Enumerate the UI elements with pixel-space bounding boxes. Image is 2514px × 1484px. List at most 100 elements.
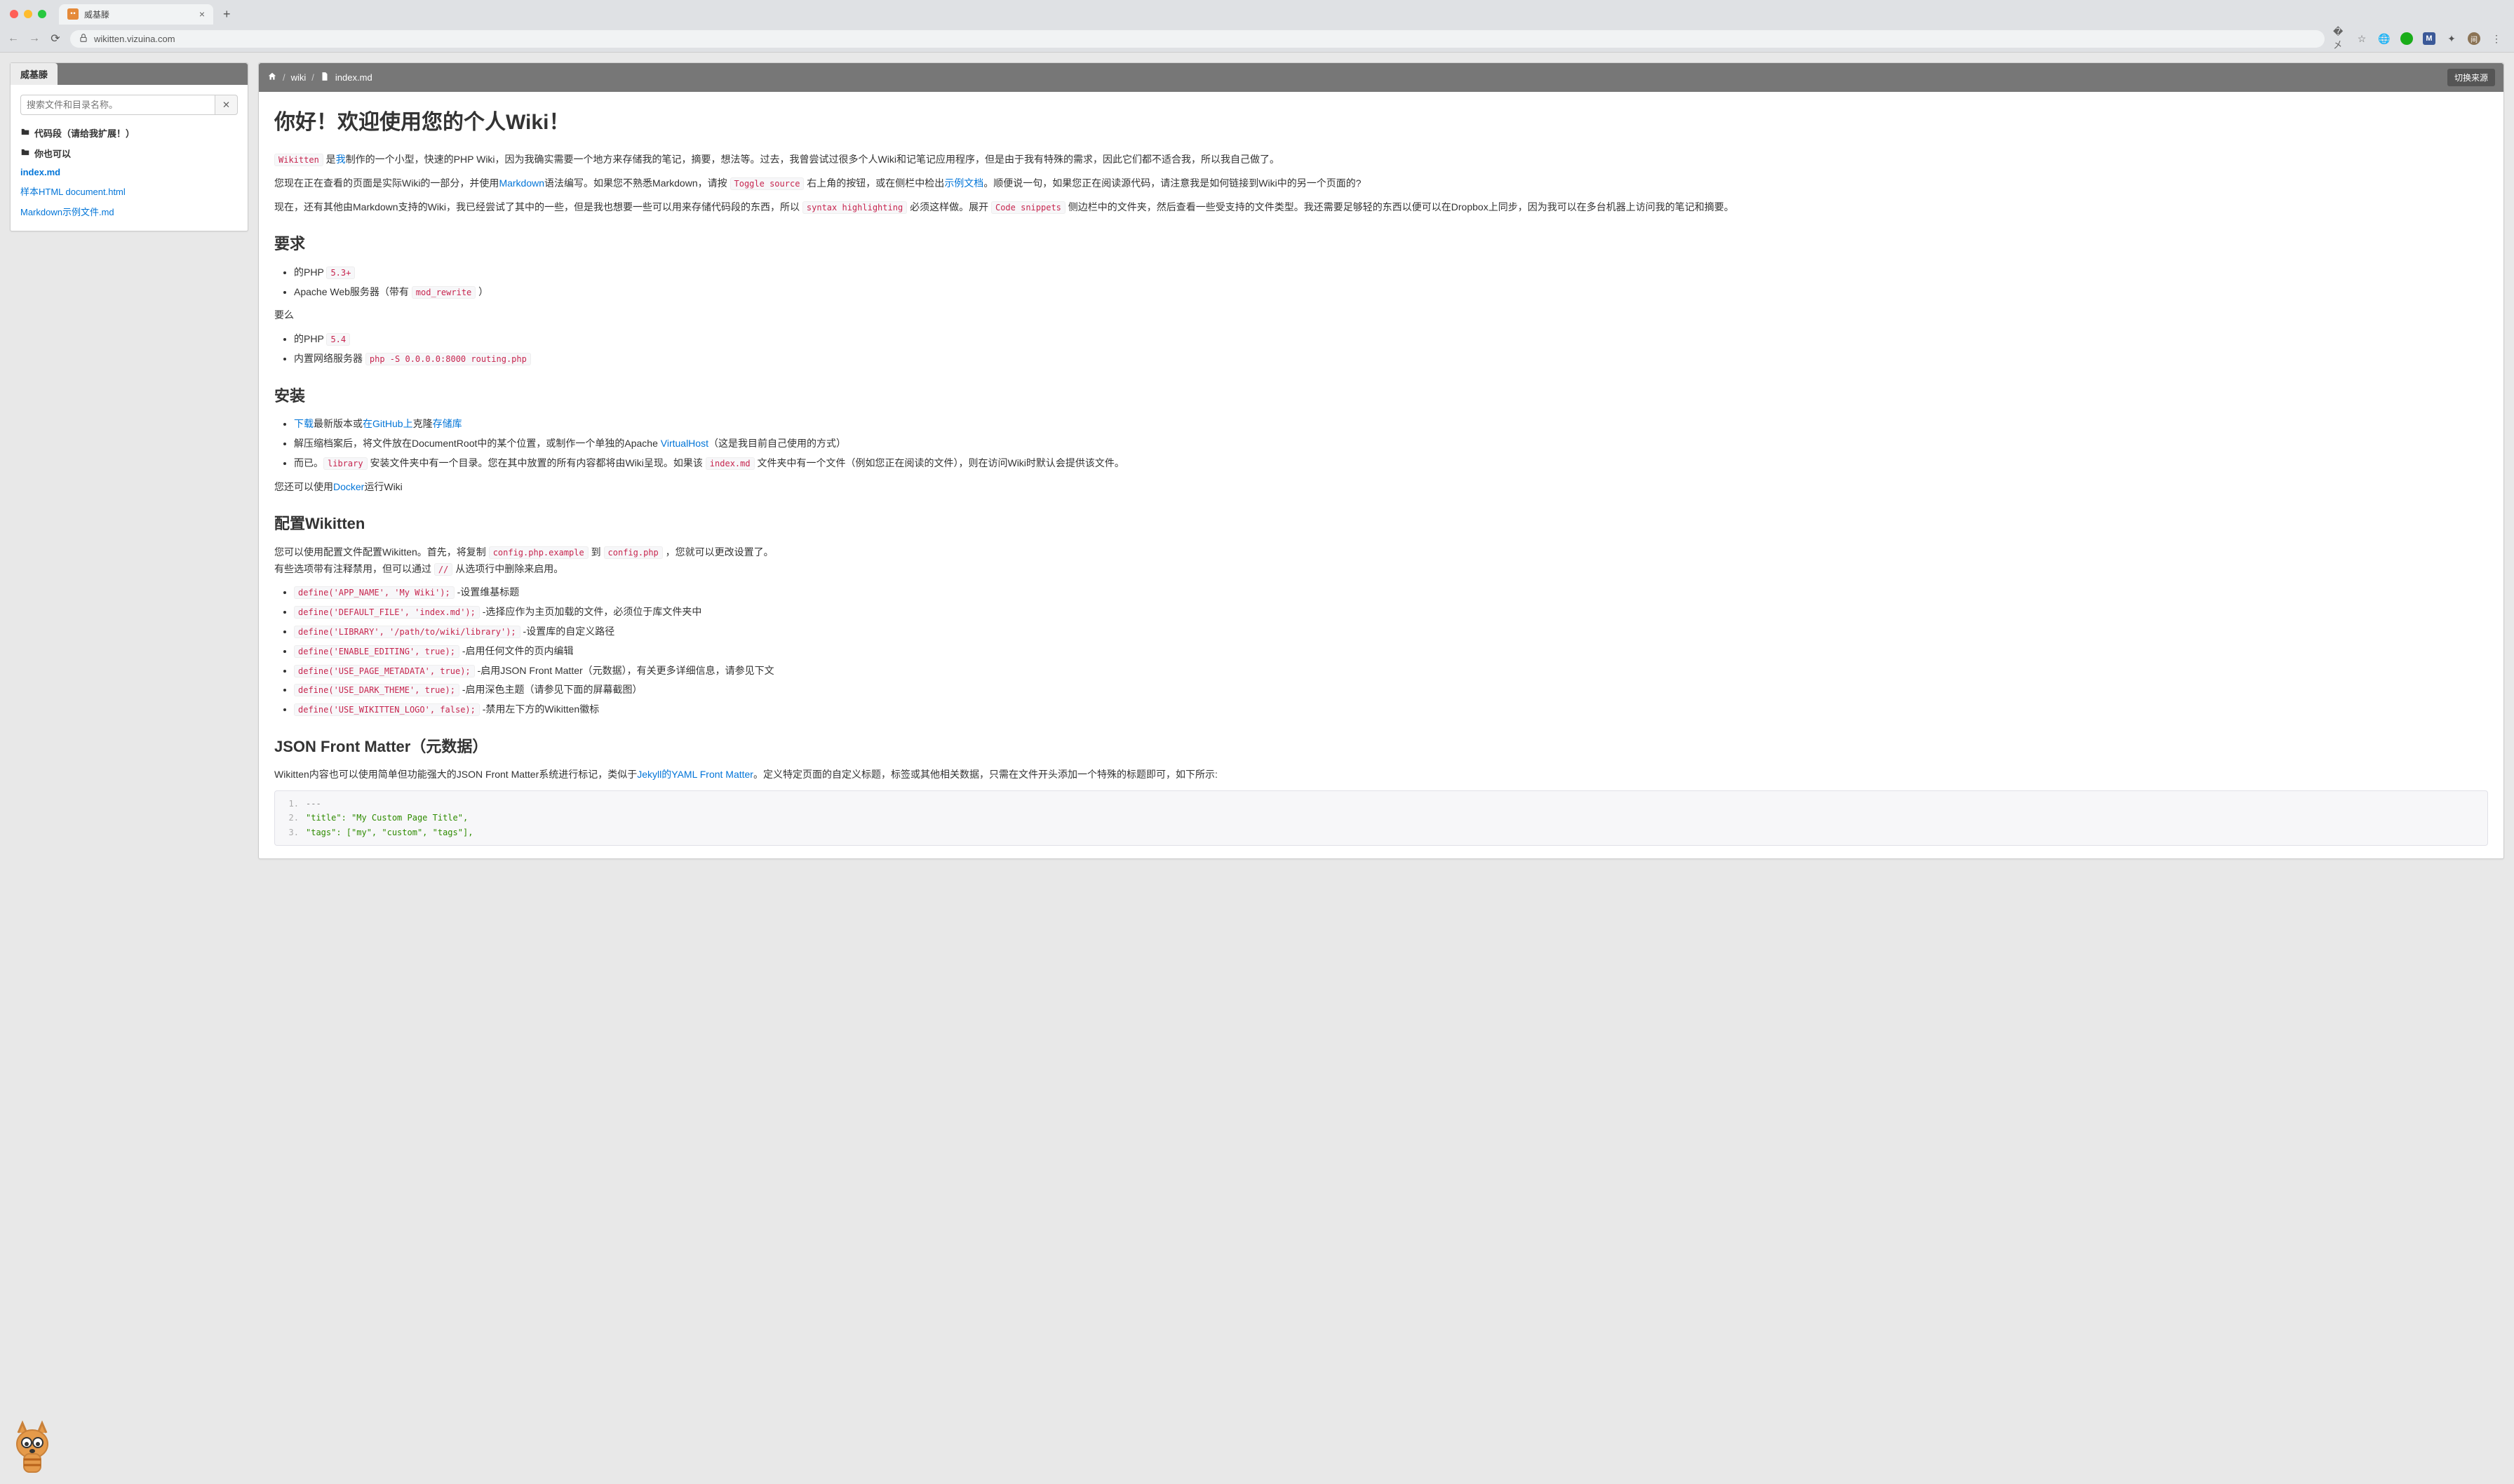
search-clear-button[interactable]: ✕ [215, 95, 238, 115]
translate-icon[interactable]: �㐅 [2333, 32, 2346, 45]
config-code: define('USE_WIKITTEN_LOGO', false); [294, 703, 480, 716]
config-list: define('APP_NAME', 'My Wiki'); -设置维基标题de… [294, 584, 2488, 718]
code-line: 1.--- [283, 797, 2479, 811]
home-icon[interactable] [267, 72, 277, 83]
breadcrumb-file: index.md [335, 72, 372, 83]
config-code: define('USE_PAGE_METADATA', true); [294, 665, 475, 677]
jekyll-link[interactable]: Jekyll的YAML Front Matter [637, 769, 753, 780]
globe-extension-icon[interactable]: 🌐 [2378, 32, 2391, 45]
sidebar-item-label: Markdown示例文件.md [20, 205, 114, 218]
markdown-link[interactable]: Markdown [499, 177, 544, 189]
list-item: define('APP_NAME', 'My Wiki'); -设置维基标题 [294, 584, 2488, 601]
code-block: 1.---2."title": "My Custom Page Title",3… [274, 790, 2488, 846]
install-list: 下载最新版本或在GitHub上克隆存储库 解压缩档案后，将文件放在Documen… [294, 416, 2488, 471]
wikitten-code: Wikitten [274, 154, 323, 166]
breadcrumb-wiki[interactable]: wiki [291, 72, 307, 83]
list-item: 的PHP 5.3+ [294, 264, 2488, 281]
or-text: 要么 [274, 307, 2488, 324]
breadcrumb-sep: / [311, 72, 314, 83]
sidebar-item-folder[interactable]: 代码段（请给我扩展！） [20, 123, 238, 142]
json-heading: JSON Front Matter（元数据） [274, 734, 2488, 760]
app-root: 威基滕 ✕ 代码段（请给我扩展！） 你也可以 index.md [0, 53, 2514, 869]
config-code: define('USE_DARK_THEME', true); [294, 684, 459, 696]
markdown-paragraph: 您现在正在查看的页面是实际Wiki的一部分，并使用Markdown语法编写。如果… [274, 175, 2488, 192]
address-bar: ← → ⟳ wikitten.vizuina.com �㐅 ☆ 🌐 M ✦ 间 … [0, 25, 2514, 52]
browser-tab[interactable]: 威基滕 × [59, 4, 213, 25]
list-item: 内置网络服务器 php -S 0.0.0.0:8000 routing.php [294, 351, 2488, 367]
sidebar-item-label: index.md [20, 167, 60, 177]
close-tab-icon[interactable]: × [199, 8, 205, 20]
back-button[interactable]: ← [7, 32, 20, 45]
virtualhost-link[interactable]: VirtualHost [661, 438, 708, 449]
sidebar-item-file[interactable]: Markdown示例文件.md [20, 202, 238, 221]
tab-title: 威基滕 [84, 8, 109, 20]
docker-link[interactable]: Docker [333, 481, 364, 492]
install-heading: 安装 [274, 383, 2488, 409]
config-code: define('APP_NAME', 'My Wiki'); [294, 586, 455, 599]
list-item: 而已。library 安装文件夹中有一个目录。您在其中放置的所有内容都将由Wik… [294, 455, 2488, 472]
file-icon [320, 72, 330, 83]
sidebar-item-label: 代码段（请给我扩展！） [34, 126, 135, 140]
maximize-window-button[interactable] [38, 10, 46, 18]
profile-avatar-icon[interactable]: 间 [2468, 32, 2480, 45]
repo-link[interactable]: 存储库 [433, 418, 462, 429]
config-code: define('LIBRARY', '/path/to/wiki/library… [294, 626, 520, 638]
list-item: define('USE_PAGE_METADATA', true); -启用JS… [294, 663, 2488, 680]
menu-icon[interactable]: ⋮ [2490, 32, 2503, 45]
tab-favicon [67, 8, 79, 20]
breadcrumb: / wiki / index.md 切换来源 [259, 63, 2503, 92]
list-item: define('DEFAULT_FILE', 'index.md'); -选择应… [294, 604, 2488, 621]
sidebar: 威基滕 ✕ 代码段（请给我扩展！） 你也可以 index.md [10, 62, 248, 231]
puzzle-extension-icon[interactable]: ✦ [2445, 32, 2458, 45]
folder-icon [20, 147, 30, 159]
sidebar-item-folder[interactable]: 你也可以 [20, 144, 238, 163]
browser-chrome: 威基滕 × + ← → ⟳ wikitten.vizuina.com �㐅 ☆ … [0, 0, 2514, 53]
tab-bar: 威基滕 × + [0, 0, 2514, 25]
list-item: define('USE_WIKITTEN_LOGO', false); -禁用左… [294, 701, 2488, 718]
me-link[interactable]: 我 [336, 154, 346, 165]
code-line: 2."title": "My Custom Page Title", [283, 811, 2479, 825]
code-line: 3."tags": ["my", "custom", "tags"], [283, 825, 2479, 839]
sidebar-item-label: 你也可以 [34, 147, 71, 160]
list-item: define('ENABLE_EDITING', true); -启用任何文件的… [294, 643, 2488, 660]
toggle-source-code: Toggle source [730, 177, 805, 190]
minimize-window-button[interactable] [24, 10, 32, 18]
breadcrumb-sep: / [283, 72, 285, 83]
sidebar-tab-header: 威基滕 [11, 63, 248, 85]
requirements-heading: 要求 [274, 231, 2488, 257]
close-window-button[interactable] [10, 10, 18, 18]
list-item: define('LIBRARY', '/path/to/wiki/library… [294, 623, 2488, 640]
list-item: 下载最新版本或在GitHub上克隆存储库 [294, 416, 2488, 433]
intro-paragraph: Wikitten 是我制作的一个小型，快速的PHP Wiki，因为我确实需要一个… [274, 151, 2488, 168]
toggle-source-button[interactable]: 切换来源 [2447, 69, 2495, 86]
clear-icon: ✕ [222, 100, 230, 110]
reload-button[interactable]: ⟳ [49, 32, 62, 46]
config-paragraph-1: 您可以使用配置文件配置Wikitten。首先，将复制 config.php.ex… [274, 544, 2488, 578]
list-item: 解压缩档案后，将文件放在DocumentRoot中的某个位置，或制作一个单独的A… [294, 436, 2488, 452]
sidebar-file-list: 代码段（请给我扩展！） 你也可以 index.md 样本HTML documen… [20, 123, 238, 221]
sidebar-item-index[interactable]: index.md [20, 164, 238, 180]
example-doc-link[interactable]: 示例文档 [944, 177, 983, 189]
url-text: wikitten.vizuina.com [94, 34, 175, 44]
list-item: define('USE_DARK_THEME', true); -启用深色主题（… [294, 682, 2488, 699]
json-paragraph: Wikitten内容也可以使用简单但功能强大的JSON Front Matter… [274, 767, 2488, 783]
list-item: 的PHP 5.4 [294, 331, 2488, 348]
window-controls [10, 10, 46, 18]
new-tab-button[interactable]: + [219, 7, 235, 22]
sidebar-search: ✕ [20, 95, 238, 115]
url-box[interactable]: wikitten.vizuina.com [70, 30, 2325, 48]
github-link[interactable]: 在GitHub上 [363, 418, 413, 429]
sidebar-item-file[interactable]: 样本HTML document.html [20, 182, 238, 201]
main-panel: / wiki / index.md 切换来源 你好！欢迎使用您的个人Wiki！ … [258, 62, 2504, 859]
requirements-list-2: 的PHP 5.4 内置网络服务器 php -S 0.0.0.0:8000 rou… [294, 331, 2488, 367]
extension-icons: �㐅 ☆ 🌐 M ✦ 间 ⋮ [2333, 32, 2507, 45]
forward-button[interactable]: → [28, 32, 41, 45]
bookmark-star-icon[interactable]: ☆ [2355, 32, 2368, 45]
green-extension-icon[interactable] [2400, 32, 2413, 45]
download-link[interactable]: 下载 [294, 418, 314, 429]
config-code: define('ENABLE_EDITING', true); [294, 645, 459, 658]
sidebar-tab[interactable]: 威基滕 [11, 63, 58, 85]
m-extension-icon[interactable]: M [2423, 32, 2435, 45]
requirements-list-1: 的PHP 5.3+ Apache Web服务器（带有 mod_rewrite ） [294, 264, 2488, 301]
search-input[interactable] [20, 95, 215, 115]
